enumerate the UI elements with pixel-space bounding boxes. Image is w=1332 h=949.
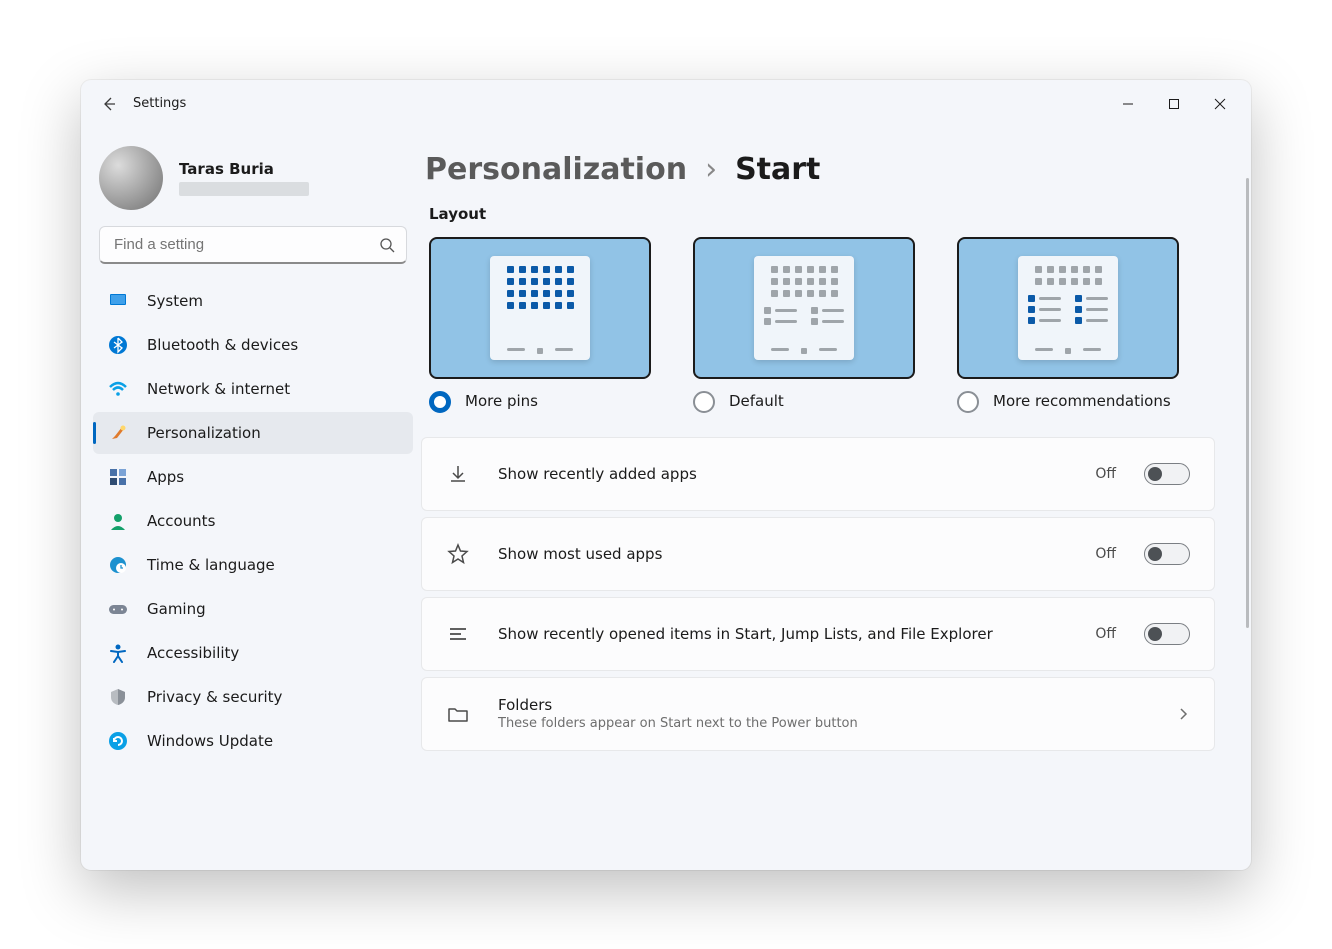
display-icon xyxy=(107,290,129,312)
search-wrap xyxy=(99,226,407,264)
sidebar-item-label: Apps xyxy=(147,468,184,486)
setting-label: Show recently opened items in Start, Jum… xyxy=(498,625,1067,643)
window-controls xyxy=(1105,88,1243,120)
close-icon xyxy=(1214,98,1226,110)
avatar xyxy=(99,146,163,210)
list-icon xyxy=(446,623,470,645)
search-icon xyxy=(379,237,395,253)
gamepad-icon xyxy=(107,598,129,620)
sidebar-item-label: Windows Update xyxy=(147,732,273,750)
sidebar-item-label: Privacy & security xyxy=(147,688,282,706)
breadcrumb: Personalization › Start xyxy=(421,152,1223,187)
profile-section[interactable]: Taras Buria xyxy=(93,140,413,226)
layout-options-row xyxy=(421,237,1223,379)
maximize-button[interactable] xyxy=(1151,88,1197,120)
brush-icon xyxy=(107,422,129,444)
toggle-switch[interactable] xyxy=(1144,623,1190,645)
apps-icon xyxy=(107,466,129,488)
shield-icon xyxy=(107,686,129,708)
star-icon xyxy=(446,543,470,565)
sidebar-item-label: Network & internet xyxy=(147,380,290,398)
arrow-left-icon xyxy=(101,96,117,112)
radio-label: More recommendations xyxy=(993,391,1171,410)
sidebar-item-label: Accounts xyxy=(147,512,215,530)
setting-subtitle: These folders appear on Start next to th… xyxy=(498,716,1148,731)
toggle-state-label: Off xyxy=(1095,546,1116,562)
minimize-icon xyxy=(1122,98,1134,110)
nav-list: System Bluetooth & devices Network & int… xyxy=(93,280,413,762)
sidebar-item-accounts[interactable]: Accounts xyxy=(93,500,413,542)
radio-more-pins[interactable]: More pins xyxy=(429,391,651,413)
search-input[interactable] xyxy=(99,226,407,264)
breadcrumb-parent[interactable]: Personalization xyxy=(425,152,687,187)
folder-icon xyxy=(446,703,470,725)
radio-label: More pins xyxy=(465,391,538,410)
clock-globe-icon xyxy=(107,554,129,576)
scrollbar[interactable] xyxy=(1246,178,1249,628)
accessibility-icon xyxy=(107,642,129,664)
maximize-icon xyxy=(1168,98,1180,110)
setting-recently-added[interactable]: Show recently added apps Off xyxy=(421,437,1215,511)
setting-label: Show most used apps xyxy=(498,545,1067,563)
setting-most-used[interactable]: Show most used apps Off xyxy=(421,517,1215,591)
setting-recently-opened[interactable]: Show recently opened items in Start, Jum… xyxy=(421,597,1215,671)
radio-default[interactable]: Default xyxy=(693,391,915,413)
layout-preview-default[interactable] xyxy=(693,237,915,379)
back-button[interactable] xyxy=(93,88,125,120)
sidebar-item-privacy[interactable]: Privacy & security xyxy=(93,676,413,718)
sidebar-item-label: Bluetooth & devices xyxy=(147,336,298,354)
toggle-state-label: Off xyxy=(1095,626,1116,642)
sidebar-item-bluetooth[interactable]: Bluetooth & devices xyxy=(93,324,413,366)
sidebar-item-gaming[interactable]: Gaming xyxy=(93,588,413,630)
download-icon xyxy=(446,463,470,485)
sidebar-item-label: Gaming xyxy=(147,600,206,618)
layout-preview-more-pins[interactable] xyxy=(429,237,651,379)
radio-icon xyxy=(693,391,715,413)
sidebar-item-label: Time & language xyxy=(147,556,275,574)
sidebar-item-label: Accessibility xyxy=(147,644,239,662)
layout-preview-more-recommendations[interactable] xyxy=(957,237,1179,379)
settings-list: Show recently added apps Off Show most u… xyxy=(421,437,1223,751)
toggle-switch[interactable] xyxy=(1144,463,1190,485)
sidebar-item-label: System xyxy=(147,292,203,310)
radio-more-recommendations[interactable]: More recommendations xyxy=(957,391,1179,413)
person-icon xyxy=(107,510,129,532)
toggle-state-label: Off xyxy=(1095,466,1116,482)
sidebar-item-personalization[interactable]: Personalization xyxy=(93,412,413,454)
main-content: Personalization › Start Layout xyxy=(421,128,1251,870)
sidebar: Taras Buria System xyxy=(81,128,421,870)
page-title: Start xyxy=(735,152,820,187)
sidebar-item-system[interactable]: System xyxy=(93,280,413,322)
chevron-right-icon: › xyxy=(705,152,717,187)
sidebar-item-apps[interactable]: Apps xyxy=(93,456,413,498)
sidebar-item-update[interactable]: Windows Update xyxy=(93,720,413,762)
sidebar-item-network[interactable]: Network & internet xyxy=(93,368,413,410)
bluetooth-icon xyxy=(107,334,129,356)
sidebar-item-label: Personalization xyxy=(147,424,261,442)
toggle-switch[interactable] xyxy=(1144,543,1190,565)
setting-label: Show recently added apps xyxy=(498,465,1067,483)
radio-icon xyxy=(429,391,451,413)
chevron-right-icon xyxy=(1176,707,1190,721)
minimize-button[interactable] xyxy=(1105,88,1151,120)
radio-icon xyxy=(957,391,979,413)
sidebar-item-time-language[interactable]: Time & language xyxy=(93,544,413,586)
layout-section-label: Layout xyxy=(421,205,1223,223)
profile-name: Taras Buria xyxy=(179,160,309,178)
layout-radio-row: More pins Default More recommendations xyxy=(421,391,1223,413)
settings-window: Settings Taras Buria xyxy=(81,80,1251,870)
sidebar-item-accessibility[interactable]: Accessibility xyxy=(93,632,413,674)
setting-label: Folders xyxy=(498,696,1148,714)
wifi-icon xyxy=(107,378,129,400)
profile-email-redacted xyxy=(179,182,309,196)
update-icon xyxy=(107,730,129,752)
setting-folders[interactable]: Folders These folders appear on Start ne… xyxy=(421,677,1215,751)
window-title: Settings xyxy=(133,96,186,111)
titlebar: Settings xyxy=(81,80,1251,128)
close-button[interactable] xyxy=(1197,88,1243,120)
radio-label: Default xyxy=(729,391,784,410)
